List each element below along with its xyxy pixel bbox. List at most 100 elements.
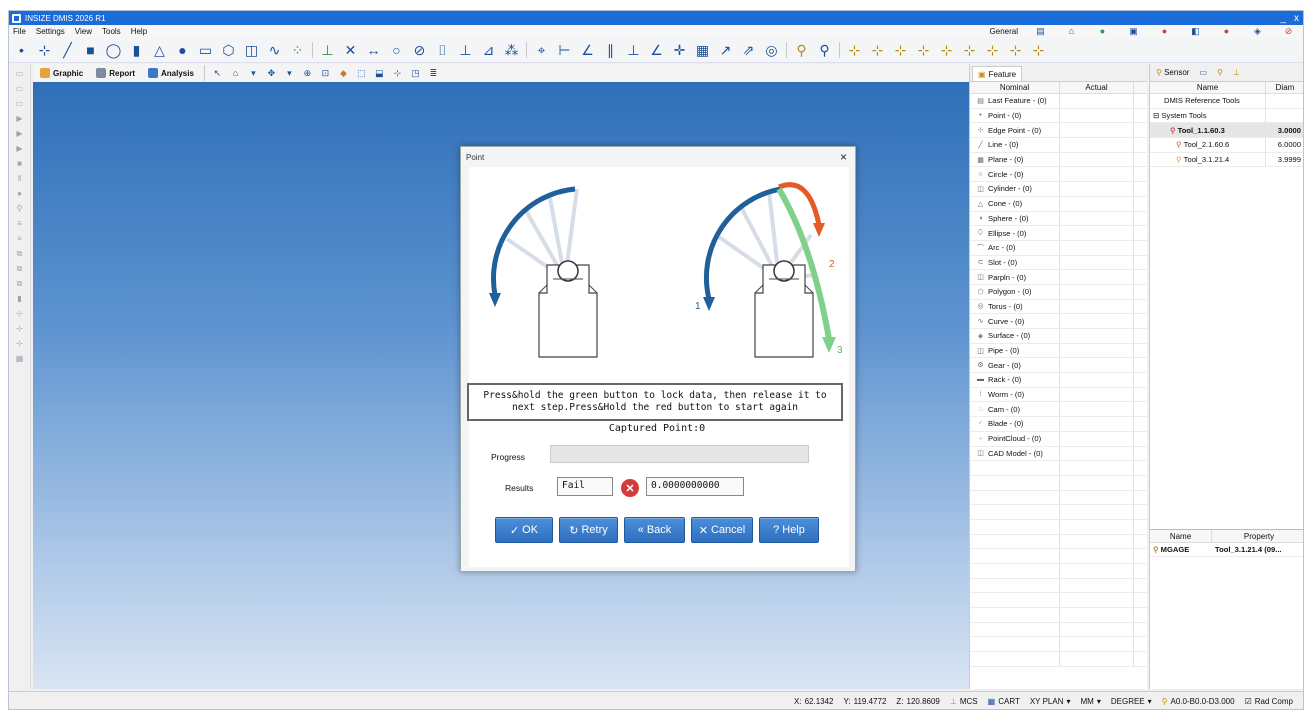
tangent-icon[interactable]: ⊘ [411,41,428,58]
radcomp-checkbox[interactable]: ☑ Rad Comp [1245,697,1293,706]
construct-point-icon[interactable]: ⊥ [319,41,336,58]
cylinder-feature-icon[interactable]: ▮ [128,41,145,58]
keyboard-icon[interactable]: ▭ [1199,68,1207,77]
polygon-feature-icon[interactable]: ⬡ [220,41,237,58]
feature-list-item[interactable]: ⁘ PointCloud - (0) [970,431,1147,447]
circle-feature-icon[interactable]: ◯ [105,41,122,58]
angle-icon[interactable]: ∠ [579,41,596,58]
stop-run-icon[interactable]: ■ [14,158,26,169]
dropdown-icon[interactable]: ▾ [284,68,295,79]
feature-list-item[interactable]: ◎ Torus - (0) [970,299,1147,315]
step-icon[interactable]: ▶ [14,128,26,139]
collapse-icon[interactable]: ⊟ [1153,111,1161,120]
paste-icon[interactable]: ⧉ [14,263,26,274]
feature-list-item[interactable]: ◫ Pipe - (0) [970,343,1147,359]
feature-list-item[interactable]: ∿ Curve - (0) [970,314,1147,329]
tool-row[interactable]: ⚲ Tool_1.1.60.3 3.0000 [1150,123,1303,139]
tab-sensor[interactable]: ⚲ Sensor [1156,68,1189,77]
tool-row[interactable]: ⚲ Tool_3.1.21.4 3.9999 [1150,152,1303,168]
feature-list-item[interactable]: ○ Circle - (0) [970,167,1147,183]
tab-analysis[interactable]: Analysis [145,68,197,78]
alignment-icon[interactable]: ⊹ [846,41,863,58]
tree-item-ref-tools[interactable]: DMIS Reference Tools [1150,94,1303,109]
feature-list-item[interactable]: ⬡ Polygon - (0) [970,284,1147,300]
tab-graphic[interactable]: Graphic [37,68,86,78]
probe-select-icon[interactable]: ⚲ [816,41,833,58]
scan-icon[interactable]: ⁂ [503,41,520,58]
mode-selector[interactable]: General [990,27,1018,36]
feature-list-item[interactable]: ▬ Rack - (0) [970,373,1147,388]
menu-tools[interactable]: Tools [102,27,121,36]
feature-list-item[interactable]: ◫ CAD Model - (0) [970,446,1147,462]
list-icon[interactable]: ≡ [14,218,26,229]
feature-list-item[interactable]: △ Cone - (0) [970,196,1147,212]
point-feature-icon[interactable]: • [13,41,30,58]
distance-icon[interactable]: ⊢ [556,41,573,58]
best-fit-icon[interactable]: ⊹ [961,41,978,58]
macro-icon[interactable]: ⊹ [14,308,26,319]
tree-item-system-tools[interactable]: ⊟ System Tools [1150,108,1303,124]
iterative-icon[interactable]: ⊹ [984,41,1001,58]
sphere-feature-icon[interactable]: ● [174,41,191,58]
curve-feature-icon[interactable]: ∿ [266,41,283,58]
intersect-icon[interactable]: ✕ [342,41,359,58]
tool-row[interactable]: ⚲ Tool_2.1.60.6 6.0000 [1150,138,1303,153]
tab-report[interactable]: Report [93,68,138,78]
sensor-tool-icon[interactable]: ⚲ [14,203,26,214]
record-point-icon[interactable]: ● [14,188,26,199]
fit-view-icon[interactable]: ⊡ [320,68,331,79]
dropdown-icon[interactable]: ▾ [248,68,259,79]
parpln-feature-icon[interactable]: ◫ [243,41,260,58]
midpoint-icon[interactable]: ↔ [365,41,382,58]
cart-selector[interactable]: ▦ CART [988,697,1020,706]
property-row[interactable]: ⚲ MGAGE Tool_3.1.21.4 (09... [1150,543,1303,557]
probe-calibrate-icon[interactable]: ⊥ [1233,68,1240,77]
macro-alt-icon[interactable]: ⊹ [14,323,26,334]
tab-feature[interactable]: ▣ Feature [972,66,1023,81]
feature-list-item[interactable]: ╱ Line - (0) [970,138,1147,153]
feature-list-item[interactable]: ⁞ Worm - (0) [970,387,1147,403]
feature-list-item[interactable]: ◫ Cylinder - (0) [970,182,1147,197]
feature-list-item[interactable]: • Point - (0) [970,108,1147,124]
select-cursor-icon[interactable]: ↖ [212,68,223,79]
concentricity-icon[interactable]: ◎ [763,41,780,58]
datum-icon[interactable]: ⊥ [457,41,474,58]
shade-icon[interactable]: ◆ [338,68,349,79]
plane-feature-icon[interactable]: ■ [82,41,99,58]
new-program-icon[interactable]: ▭ [14,68,26,79]
profile-icon[interactable]: ▦ [694,41,711,58]
zoom-icon[interactable]: ⊕ [302,68,313,79]
pan-icon[interactable]: ✥ [266,68,277,79]
line-feature-icon[interactable]: ╱ [59,41,76,58]
layers-view-icon[interactable]: ≣ [428,68,439,79]
origin-icon[interactable]: ⊹ [938,41,955,58]
back-button[interactable]: «Back [624,517,685,543]
runout-icon[interactable]: ↗ [717,41,734,58]
list-alt-icon[interactable]: ≡ [14,233,26,244]
feature-list-item[interactable]: ⬯ Ellipse - (0) [970,226,1147,241]
bookmark-icon[interactable]: ▮ [14,293,26,304]
feature-list-item[interactable]: ⚙ Gear - (0) [970,358,1147,374]
probe-icon[interactable]: ⚲ [793,41,810,58]
units-selector[interactable]: MM ▾ [1081,697,1101,706]
recall-icon[interactable]: ⊹ [1007,41,1024,58]
pause-icon[interactable]: ‖ [14,173,26,184]
level-icon[interactable]: ⊹ [915,41,932,58]
ok-button[interactable]: ✓ OK [495,517,553,543]
clone-icon[interactable]: ⧉ [14,278,26,289]
menu-settings[interactable]: Settings [36,27,65,36]
mcs-selector[interactable]: ⊥ MCS [950,697,978,706]
dialog-close-button[interactable]: × [840,150,847,164]
plane-selector[interactable]: XY PLAN ▾ [1030,697,1071,706]
help-button[interactable]: ? Help [759,517,819,543]
edit-icon[interactable]: ▭ [14,98,26,109]
wireframe-icon[interactable]: ⬚ [356,68,367,79]
feature-list-item[interactable]: ◫ Parpln - (0) [970,270,1147,285]
menu-help[interactable]: Help [131,27,147,36]
feature-list-item[interactable]: ▤ Last Feature - (0) [970,94,1147,109]
axes-icon[interactable]: ⊹ [392,68,403,79]
menu-file[interactable]: File [13,27,26,36]
perpendicularity-icon[interactable]: ⊥ [625,41,642,58]
feature-list-item[interactable]: ◌ Cam - (0) [970,402,1147,418]
open-program-icon[interactable]: ▭ [14,83,26,94]
